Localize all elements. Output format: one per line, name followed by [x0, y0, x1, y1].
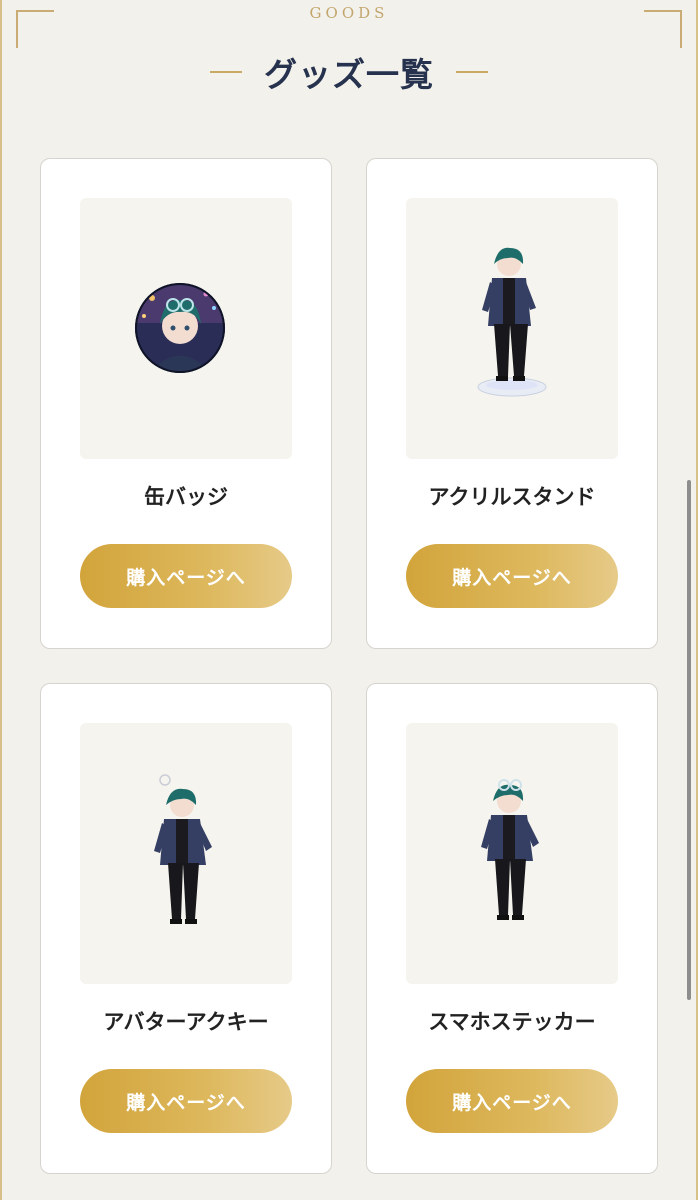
section-title: グッズ一覧 [264, 55, 434, 94]
purchase-page-button[interactable]: 購入ページへ [80, 1069, 292, 1133]
goods-name: スマホステッカー [428, 1010, 596, 1034]
scrollbar[interactable] [687, 480, 691, 1000]
page-frame-left [0, 0, 2, 1200]
goods-name: 缶バッジ [144, 485, 228, 509]
goods-name: アバターアクキー [103, 1010, 269, 1034]
acrylic-stand-image[interactable] [406, 198, 618, 459]
can-badge-image[interactable] [80, 198, 292, 459]
title-rule-left [210, 71, 242, 73]
section-eyebrow: GOODS [309, 4, 389, 22]
goods-card: アクリルスタンド 購入ページへ [366, 158, 658, 649]
purchase-page-button[interactable]: 購入ページへ [406, 1069, 618, 1133]
phone-sticker-image[interactable] [406, 723, 618, 984]
purchase-page-button[interactable]: 購入ページへ [406, 544, 618, 608]
goods-card: アバターアクキー 購入ページへ [40, 683, 332, 1174]
goods-card: スマホステッカー 購入ページへ [366, 683, 658, 1174]
goods-card: 缶バッジ 購入ページへ [40, 158, 332, 649]
goods-name: アクリルスタンド [428, 485, 596, 509]
section-header: グッズ一覧 [0, 48, 698, 96]
title-rule-right [456, 71, 488, 73]
goods-grid: 缶バッジ 購入ページへ アクリルスタンド 購入ページへ アバターアクキー 購入ペ… [40, 158, 658, 1174]
acrylic-keychain-image[interactable] [80, 723, 292, 984]
purchase-page-button[interactable]: 購入ページへ [80, 544, 292, 608]
